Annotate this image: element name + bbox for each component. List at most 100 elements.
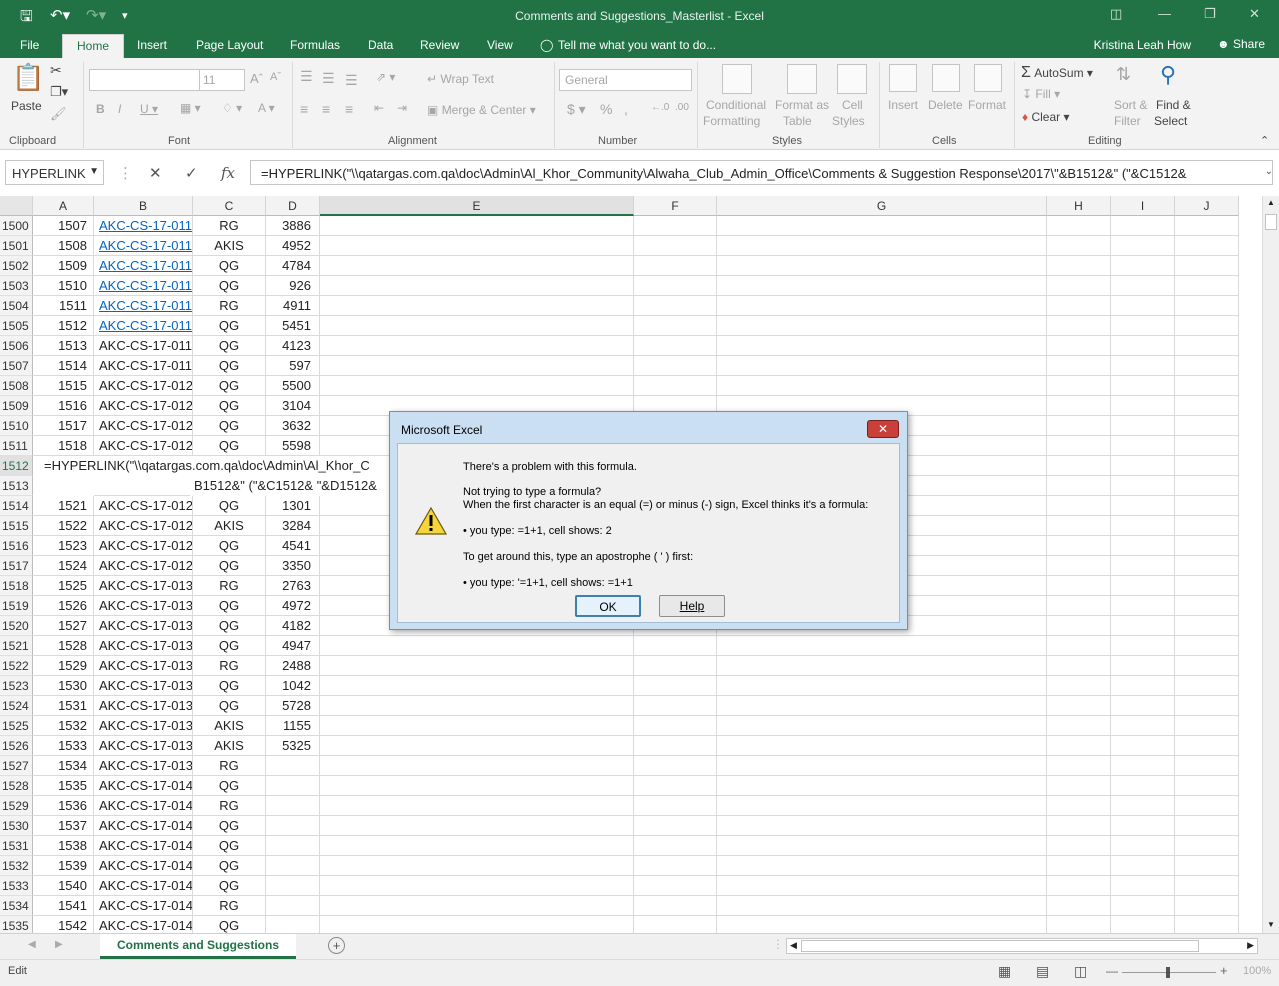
cell[interactable] [1047, 496, 1111, 516]
cell[interactable] [634, 276, 717, 296]
cell[interactable] [634, 216, 717, 236]
cell[interactable] [1175, 696, 1239, 716]
tab-data[interactable]: Data [368, 38, 393, 52]
cell[interactable] [1111, 476, 1175, 496]
cell[interactable] [1175, 316, 1239, 336]
cell[interactable] [320, 696, 634, 716]
shrink-font-icon[interactable]: Aˇ [270, 71, 281, 83]
cell[interactable] [1111, 616, 1175, 636]
cell[interactable] [717, 856, 1047, 876]
row-header[interactable]: 1508 [0, 376, 33, 396]
cell[interactable] [1111, 836, 1175, 856]
cell[interactable] [94, 476, 193, 496]
cell[interactable] [1111, 716, 1175, 736]
row-header[interactable]: 1522 [0, 656, 33, 676]
cell[interactable] [1111, 816, 1175, 836]
cell[interactable] [1047, 256, 1111, 276]
expand-formula-icon[interactable]: ⌄ [1265, 166, 1273, 177]
align-right-icon[interactable]: ≡ [345, 101, 353, 117]
find-select-icon[interactable]: ⚲ [1160, 62, 1176, 88]
cell[interactable] [1047, 556, 1111, 576]
wrap-text-button[interactable]: ↵ Wrap Text [427, 72, 494, 86]
comma-icon[interactable]: , [624, 101, 628, 117]
paste-button[interactable]: Paste [11, 99, 42, 113]
cell[interactable] [1175, 896, 1239, 916]
decrease-indent-icon[interactable]: ⇤ [374, 101, 384, 115]
cell[interactable] [1175, 476, 1239, 496]
horizontal-scroll-thumb[interactable] [801, 940, 1199, 952]
cell[interactable] [1175, 396, 1239, 416]
cell[interactable] [1111, 636, 1175, 656]
row-header[interactable]: 1518 [0, 576, 33, 596]
cell[interactable] [1047, 736, 1111, 756]
cell[interactable] [634, 736, 717, 756]
cell[interactable] [1047, 796, 1111, 816]
cell[interactable] [320, 296, 634, 316]
cell[interactable] [320, 336, 634, 356]
hyperlink-cell[interactable]: AKC-CS-17-0117 [94, 316, 193, 336]
conditional-formatting-label-1[interactable]: Conditional [706, 98, 766, 112]
row-header[interactable]: 1500 [0, 216, 33, 236]
cell[interactable] [320, 856, 634, 876]
cell[interactable] [1111, 356, 1175, 376]
cell[interactable] [1111, 396, 1175, 416]
cell[interactable] [320, 376, 634, 396]
cell[interactable] [1111, 516, 1175, 536]
row-header[interactable]: 1525 [0, 716, 33, 736]
cell[interactable] [1111, 236, 1175, 256]
cell[interactable] [1111, 556, 1175, 576]
row-header[interactable]: 1528 [0, 776, 33, 796]
underline-icon[interactable]: U ▾ [140, 102, 158, 116]
cell[interactable] [1175, 836, 1239, 856]
cell[interactable] [1111, 416, 1175, 436]
fill-button[interactable]: ↧ Fill ▾ [1022, 87, 1060, 101]
confirm-entry-icon[interactable]: ✓ [185, 164, 198, 182]
cell[interactable] [634, 696, 717, 716]
cell[interactable] [717, 296, 1047, 316]
cell[interactable] [320, 716, 634, 736]
bold-icon[interactable]: B [96, 102, 105, 116]
column-header-b[interactable]: B [94, 196, 193, 216]
format-cells-icon[interactable] [974, 64, 1002, 92]
cell-styles-label-1[interactable]: Cell [842, 98, 863, 112]
cell[interactable] [1175, 256, 1239, 276]
cell[interactable] [634, 776, 717, 796]
sheet-scroll-divider[interactable]: ⋮ [772, 937, 784, 951]
borders-icon[interactable]: ▦ ▾ [180, 101, 201, 115]
tab-insert[interactable]: Insert [137, 38, 167, 52]
copy-icon[interactable]: ❐▾ [50, 84, 68, 100]
cell[interactable] [1175, 296, 1239, 316]
cell[interactable] [717, 276, 1047, 296]
cell[interactable] [1111, 876, 1175, 896]
cell[interactable] [1175, 876, 1239, 896]
row-header[interactable]: 1509 [0, 396, 33, 416]
fill-color-icon[interactable]: ♢ ▾ [222, 101, 242, 115]
cell[interactable] [1111, 536, 1175, 556]
row-header[interactable]: 1533 [0, 876, 33, 896]
row-header[interactable]: 1512 [0, 456, 33, 476]
cell[interactable] [634, 656, 717, 676]
cell[interactable] [634, 896, 717, 916]
row-header[interactable]: 1517 [0, 556, 33, 576]
sort-filter-icon[interactable]: ⇅ [1116, 64, 1131, 85]
column-header-h[interactable]: H [1047, 196, 1111, 216]
cell[interactable] [1111, 376, 1175, 396]
find-select-label-2[interactable]: Select [1154, 114, 1187, 128]
cell[interactable] [717, 336, 1047, 356]
cell[interactable] [1175, 416, 1239, 436]
currency-icon[interactable]: $ ▾ [567, 101, 586, 118]
number-format-box[interactable]: General [559, 69, 692, 91]
cell[interactable] [320, 836, 634, 856]
cell-styles-icon[interactable] [837, 64, 867, 94]
cell[interactable] [634, 356, 717, 376]
cell[interactable] [1047, 336, 1111, 356]
tell-me-icon[interactable]: ◯ [540, 38, 553, 52]
row-header[interactable]: 1507 [0, 356, 33, 376]
row-header[interactable]: 1531 [0, 836, 33, 856]
cell[interactable] [1175, 436, 1239, 456]
percent-icon[interactable]: % [600, 101, 612, 117]
cell-editor-continuation[interactable]: B1512&" ("&C1512& "&D1512& [190, 476, 400, 496]
row-header[interactable]: 1520 [0, 616, 33, 636]
cell[interactable] [320, 216, 634, 236]
cell[interactable] [320, 896, 634, 916]
